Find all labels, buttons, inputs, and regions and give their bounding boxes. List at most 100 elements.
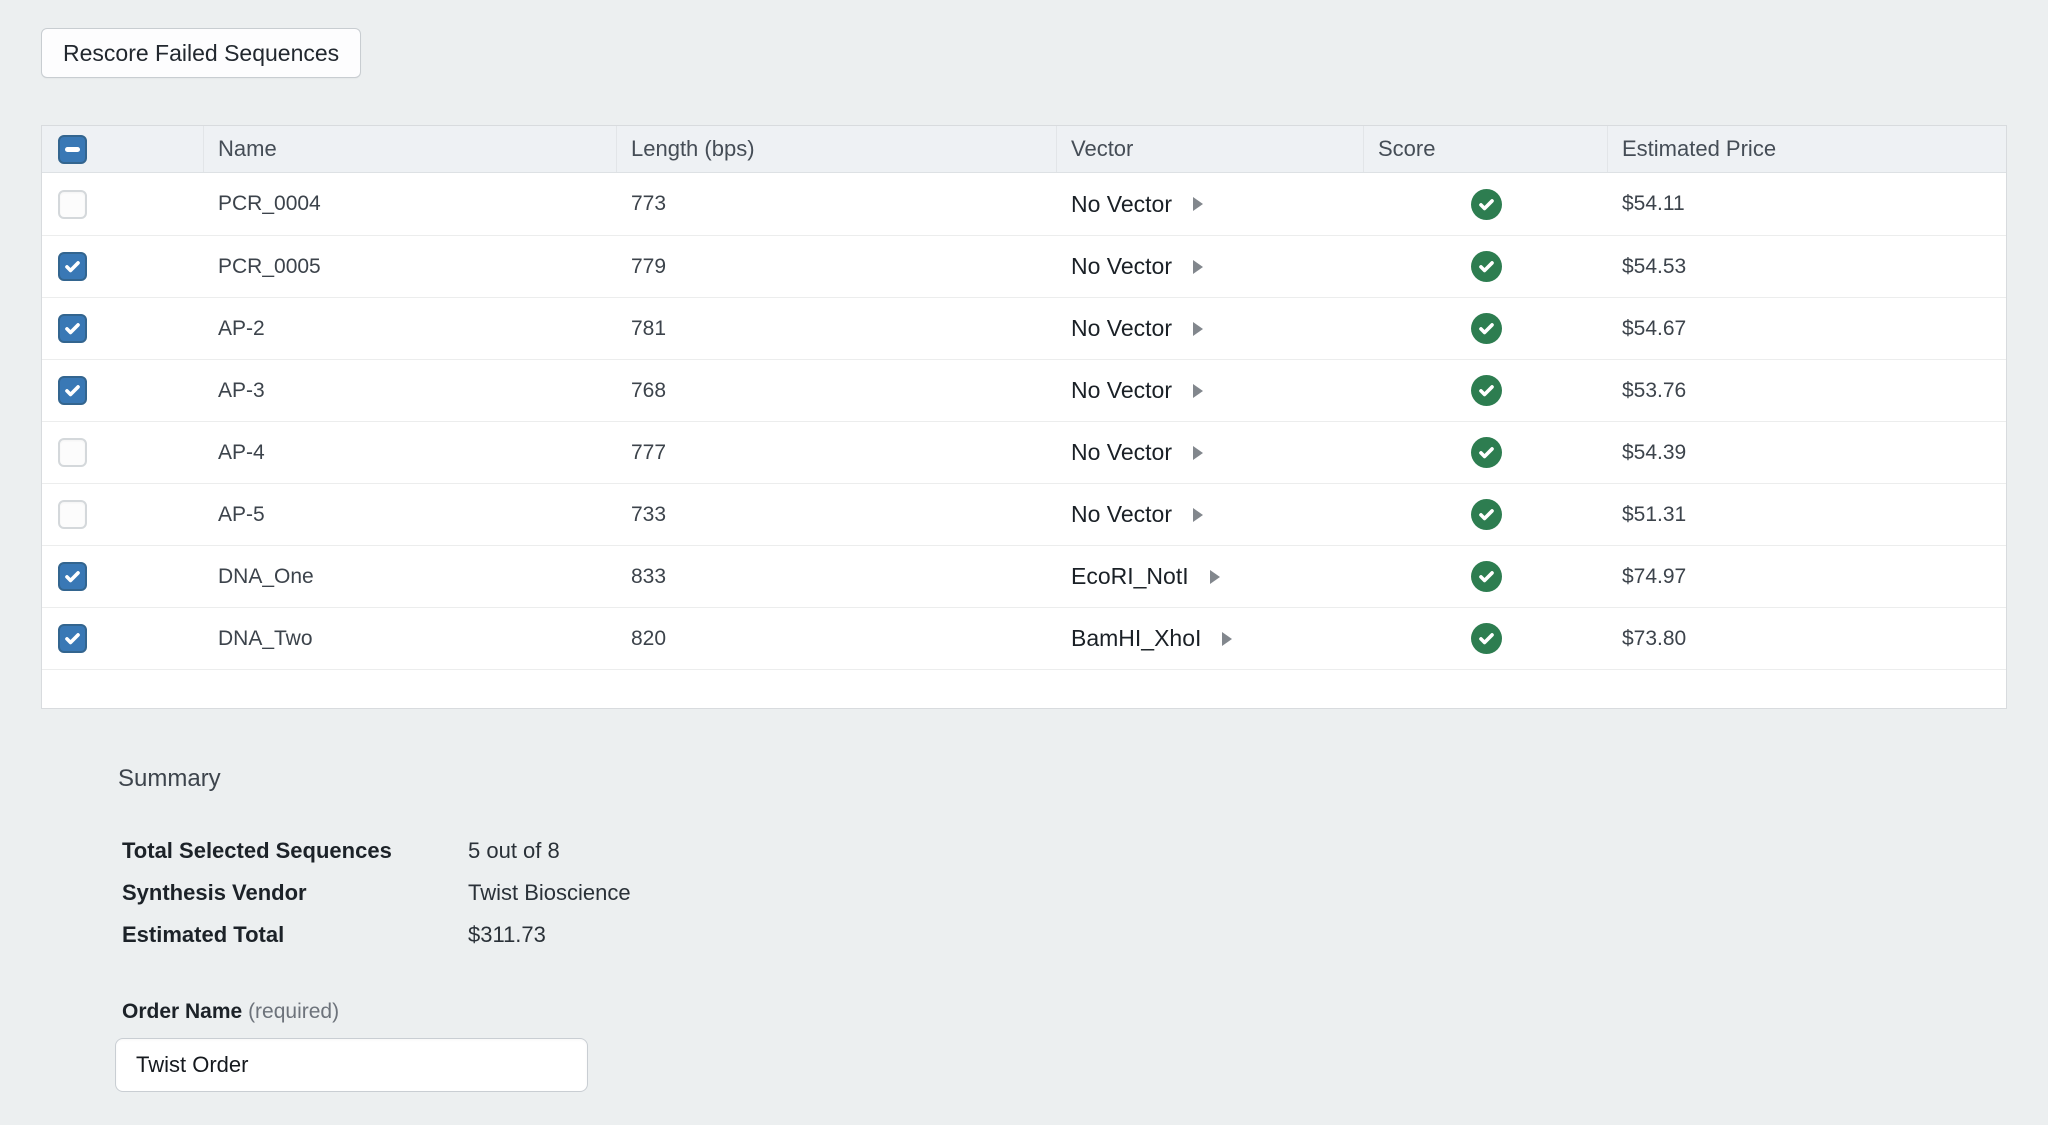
vector-toggle[interactable]: No Vector: [1071, 191, 1203, 218]
chevron-right-icon: [1222, 632, 1232, 646]
check-icon: [63, 257, 82, 276]
sequence-name: PCR_0005: [204, 236, 617, 297]
vector-toggle[interactable]: No Vector: [1071, 501, 1203, 528]
order-name-label: Order Name (required): [122, 1000, 2048, 1024]
row-checkbox[interactable]: [58, 562, 87, 591]
estimated-price: $51.31: [1608, 484, 2006, 545]
rescore-failed-sequences-button[interactable]: Rescore Failed Sequences: [41, 28, 361, 78]
row-checkbox[interactable]: [58, 190, 87, 219]
chevron-right-icon: [1210, 570, 1220, 584]
vector-toggle[interactable]: No Vector: [1071, 377, 1203, 404]
row-checkbox-cell: [42, 236, 204, 297]
score-pass-icon: [1471, 189, 1502, 220]
vector-label: BamHI_XhoI: [1071, 625, 1201, 652]
column-header-length: Length (bps): [617, 126, 1057, 172]
estimated-price: $54.11: [1608, 173, 2006, 235]
sequence-name: AP-2: [204, 298, 617, 359]
sequence-name: AP-5: [204, 484, 617, 545]
score-pass-icon: [1471, 437, 1502, 468]
estimated-price: $54.67: [1608, 298, 2006, 359]
score-pass-icon: [1471, 623, 1502, 654]
sequence-length: 833: [617, 546, 1057, 607]
vector-toggle[interactable]: No Vector: [1071, 315, 1203, 342]
chevron-right-icon: [1193, 508, 1203, 522]
row-checkbox[interactable]: [58, 252, 87, 281]
estimated-price: $53.76: [1608, 360, 2006, 421]
row-checkbox-cell: [42, 173, 204, 235]
score-cell: [1364, 173, 1608, 235]
vector-toggle[interactable]: No Vector: [1071, 439, 1203, 466]
check-icon: [63, 381, 82, 400]
summary-label: Estimated Total: [122, 922, 468, 948]
required-hint: (required): [248, 1000, 339, 1023]
column-header-score: Score: [1364, 126, 1608, 172]
chevron-right-icon: [1193, 384, 1203, 398]
score-cell: [1364, 484, 1608, 545]
vector-cell: No Vector: [1057, 360, 1364, 421]
score-pass-icon: [1471, 499, 1502, 530]
score-pass-icon: [1471, 375, 1502, 406]
row-checkbox-cell: [42, 608, 204, 669]
score-pass-icon: [1471, 313, 1502, 344]
estimated-price: $73.80: [1608, 608, 2006, 669]
sequence-length: 777: [617, 422, 1057, 483]
table-row: AP-5 733 No Vector $51.31: [42, 483, 2006, 545]
table-body: PCR_0004 773 No Vector $54.11: [42, 173, 2006, 669]
chevron-right-icon: [1193, 260, 1203, 274]
sequence-name: DNA_Two: [204, 608, 617, 669]
score-cell: [1364, 608, 1608, 669]
sequences-table: Name Length (bps) Vector Score Estimated…: [41, 125, 2007, 709]
table-row: AP-3 768 No Vector $53.76: [42, 359, 2006, 421]
check-icon: [63, 319, 82, 338]
vector-toggle[interactable]: No Vector: [1071, 253, 1203, 280]
score-pass-icon: [1471, 251, 1502, 282]
chevron-right-icon: [1193, 322, 1203, 336]
chevron-right-icon: [1193, 446, 1203, 460]
row-checkbox-cell: [42, 360, 204, 421]
table-header-row: Name Length (bps) Vector Score Estimated…: [42, 126, 2006, 173]
score-cell: [1364, 298, 1608, 359]
sequence-length: 768: [617, 360, 1057, 421]
summary-row-estimated-total: Estimated Total $311.73: [122, 914, 2048, 956]
chevron-right-icon: [1193, 197, 1203, 211]
sequence-length: 820: [617, 608, 1057, 669]
vector-cell: No Vector: [1057, 298, 1364, 359]
summary-row-vendor: Synthesis Vendor Twist Bioscience: [122, 872, 2048, 914]
vector-cell: No Vector: [1057, 422, 1364, 483]
order-name-input[interactable]: [115, 1038, 588, 1092]
table-footer-strip: [42, 669, 2006, 708]
sequence-name: PCR_0004: [204, 173, 617, 235]
row-checkbox[interactable]: [58, 376, 87, 405]
vector-label: No Vector: [1071, 315, 1172, 342]
vector-cell: No Vector: [1057, 236, 1364, 297]
summary-value: 5 out of 8: [468, 838, 560, 864]
header-checkbox-cell: [42, 126, 204, 172]
sequence-length: 781: [617, 298, 1057, 359]
vector-toggle[interactable]: EcoRI_NotI: [1071, 563, 1220, 590]
row-checkbox[interactable]: [58, 438, 87, 467]
summary-table: Total Selected Sequences 5 out of 8 Synt…: [122, 830, 2048, 956]
vector-label: No Vector: [1071, 439, 1172, 466]
indeterminate-minus-icon: [65, 147, 80, 152]
row-checkbox-cell: [42, 546, 204, 607]
score-pass-icon: [1471, 561, 1502, 592]
estimated-price: $54.53: [1608, 236, 2006, 297]
summary-label: Synthesis Vendor: [122, 880, 468, 906]
score-cell: [1364, 422, 1608, 483]
row-checkbox[interactable]: [58, 624, 87, 653]
sequence-length: 779: [617, 236, 1057, 297]
row-checkbox-cell: [42, 484, 204, 545]
vector-toggle[interactable]: BamHI_XhoI: [1071, 625, 1232, 652]
row-checkbox[interactable]: [58, 314, 87, 343]
check-icon: [63, 629, 82, 648]
column-header-vector: Vector: [1057, 126, 1364, 172]
row-checkbox[interactable]: [58, 500, 87, 529]
table-row: DNA_One 833 EcoRI_NotI $74.97: [42, 545, 2006, 607]
sequence-length: 773: [617, 173, 1057, 235]
summary-value: $311.73: [468, 922, 546, 948]
select-all-checkbox[interactable]: [58, 135, 87, 164]
sequence-name: AP-4: [204, 422, 617, 483]
summary-label: Total Selected Sequences: [122, 838, 468, 864]
table-row: DNA_Two 820 BamHI_XhoI $73.80: [42, 607, 2006, 669]
row-checkbox-cell: [42, 422, 204, 483]
